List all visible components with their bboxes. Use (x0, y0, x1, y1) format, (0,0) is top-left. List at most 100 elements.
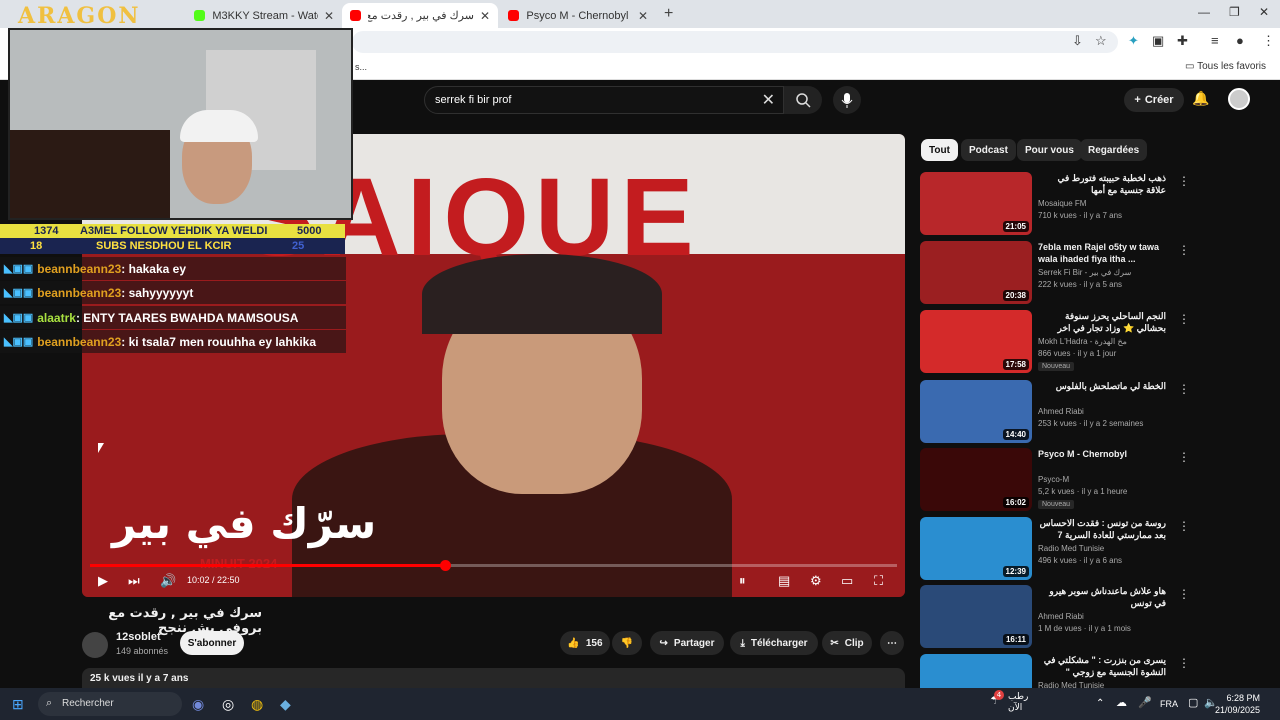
chrome-icon[interactable]: ◍ (251, 696, 263, 713)
more-icon[interactable]: ⋮ (1178, 382, 1190, 396)
video-thumbnail[interactable]: 20:38 (920, 241, 1032, 304)
tab-list-icon[interactable]: ≡ (1211, 33, 1219, 48)
discord-icon[interactable]: ◉ (192, 696, 204, 713)
steam-icon[interactable]: ◆ (280, 696, 291, 713)
more-icon[interactable]: ⋮ (1178, 656, 1190, 670)
autoplay-toggle[interactable]: ⏸ (739, 573, 746, 589)
cloud-icon[interactable]: ☁ (1116, 696, 1127, 709)
tab-m3kky[interactable]: M3KKY Stream - Watch Live on ✕ (186, 3, 342, 28)
video-thumbnail[interactable]: 14:40 (920, 380, 1032, 443)
puzzle-icon[interactable]: ✚ (1177, 33, 1188, 49)
recommendation-title[interactable]: ذهب لخطبة حبيبته فتورط في علاقة جنسية مع… (1038, 172, 1166, 196)
recommendation-item[interactable]: 20:38 7ebla men Rajel o5ty w tawa wala ih… (920, 241, 1270, 305)
recommendation-channel[interactable]: Serrek Fi Bir - سرك في بير (1038, 268, 1131, 277)
play-button[interactable]: ▶ (98, 573, 108, 589)
bookmark-star-icon[interactable]: ☆ (1095, 33, 1107, 49)
recommendation-item[interactable]: 16:11 هاو علاش ماعندناش سوبر هيرو في تونس… (920, 585, 1270, 649)
video-thumbnail[interactable]: 21:05 (920, 172, 1032, 235)
chevron-up-icon[interactable]: ⌃ (1096, 698, 1104, 709)
tab-current-video[interactable]: سرك في بير , رقدت مع بروفي بش ✕ (342, 3, 498, 28)
notifications-bell-icon[interactable]: 🔔 (1192, 90, 1209, 107)
chip-all[interactable]: Tout (921, 139, 958, 161)
video-thumbnail[interactable]: 12:39 (920, 517, 1032, 580)
close-icon[interactable]: ✕ (638, 9, 648, 23)
more-icon[interactable]: ⋮ (1178, 174, 1190, 188)
scrubber-handle[interactable] (440, 560, 452, 571)
recommendation-item[interactable]: 21:05 ذهب لخطبة حبيبته فتورط في علاقة جنس… (920, 172, 1270, 236)
subtitles-icon[interactable]: ▤ (778, 573, 790, 589)
restore-icon[interactable]: ❐ (1229, 5, 1240, 19)
recommendation-title[interactable]: Psyco M - Chernobyl (1038, 448, 1166, 460)
recommendation-channel[interactable]: Ahmed Riabi (1038, 407, 1084, 416)
recommendation-channel[interactable]: Ahmed Riabi (1038, 612, 1084, 621)
subscribe-button[interactable]: S'abonner (180, 631, 244, 655)
tab-psyco-m[interactable]: Psyco M - Chernobyl - YouTube ✕ (500, 3, 656, 28)
more-actions-button[interactable]: ⋯ (880, 631, 904, 655)
channel-avatar[interactable] (82, 632, 108, 658)
more-icon[interactable]: ⋮ (1178, 587, 1190, 601)
bookmark-item[interactable]: s... (355, 62, 367, 72)
new-tab-button[interactable]: + (664, 5, 673, 23)
theater-mode-icon[interactable]: ▭ (841, 573, 853, 589)
progress-bar[interactable] (90, 560, 897, 571)
network-icon[interactable]: ▢ (1188, 696, 1198, 709)
video-thumbnail[interactable]: 16:11 (920, 585, 1032, 648)
microphone-icon[interactable]: 🎤 (1138, 696, 1152, 709)
menu-icon[interactable]: ⋮ (1262, 33, 1275, 49)
create-button[interactable]: + Créer (1124, 88, 1184, 112)
next-button[interactable]: ⏭ (128, 573, 140, 589)
all-bookmarks[interactable]: ▭ Tous les favoris (1185, 61, 1266, 72)
recommendation-channel[interactable]: Mosaique FM (1038, 199, 1086, 208)
recommendation-channel[interactable]: Radio Med Tunisie (1038, 544, 1104, 553)
recommendation-title[interactable]: روسة من تونس : فقدت الاحساس بعد ممارستي … (1038, 517, 1166, 541)
recommendation-title[interactable]: الخطة لي ماتصلحش بالفلوس (1038, 380, 1166, 392)
recommendation-item[interactable]: 17:58 النجم الساحلي يحرز سنوفة بحشالي ⭐ و… (920, 310, 1270, 374)
voice-search-button[interactable] (833, 86, 861, 114)
install-icon[interactable]: ⇩ (1072, 33, 1083, 49)
volume-icon[interactable]: 🔊 (160, 573, 176, 589)
fullscreen-icon[interactable]: ⛶ (874, 573, 883, 589)
profile-icon[interactable]: ● (1236, 33, 1244, 48)
recommendation-item[interactable]: 14:40 الخطة لي ماتصلحش بالفلوس Ahmed Riabi… (920, 380, 1270, 444)
video-thumbnail[interactable]: 16:02 (920, 448, 1032, 511)
search-button[interactable] (784, 86, 822, 114)
language-indicator[interactable]: FRA (1160, 699, 1178, 709)
app-icon[interactable]: ◎ (222, 696, 234, 713)
chip-podcast[interactable]: Podcast (961, 139, 1016, 161)
recommendation-channel[interactable]: Mokh L'Hadra - مخ الهدرة (1038, 337, 1127, 346)
like-button[interactable]: 👍 156 (560, 631, 610, 655)
more-icon[interactable]: ⋮ (1178, 312, 1190, 326)
download-button[interactable]: ⤓ Télécharger (730, 631, 818, 655)
dislike-button[interactable]: 👎 (612, 631, 642, 655)
chip-for-you[interactable]: Pour vous (1017, 139, 1082, 161)
taskbar-search[interactable]: ⌕ Rechercher (38, 692, 182, 716)
recommendation-item[interactable]: 16:02 Psyco M - Chernobyl Psyco-M 5,2 k vue… (920, 448, 1270, 512)
recommendation-channel[interactable]: Psyco-M (1038, 475, 1069, 484)
extension-icon[interactable]: ▣ (1152, 33, 1164, 49)
taskbar-clock[interactable]: 6:28 PM 21/09/2025 (1215, 692, 1260, 716)
description-box[interactable]: 25 k vues il y a 7 ans (82, 668, 905, 688)
recommendation-title[interactable]: النجم الساحلي يحرز سنوفة بحشالي ⭐ وزاد ت… (1038, 310, 1166, 334)
share-button[interactable]: ↪ Partager (650, 631, 724, 655)
extension-icon[interactable]: ✦ (1128, 33, 1139, 49)
close-window-icon[interactable]: ✕ (1259, 5, 1269, 19)
windows-start-icon[interactable]: ⊞ (12, 696, 24, 713)
more-icon[interactable]: ⋮ (1178, 243, 1190, 257)
video-thumbnail[interactable]: 17:58 (920, 310, 1032, 373)
close-icon[interactable]: ✕ (480, 9, 490, 23)
recommendation-title[interactable]: 7ebla men Rajel o5ty w tawa wala ihaded … (1038, 241, 1166, 265)
account-avatar[interactable] (1228, 88, 1250, 110)
address-bar[interactable] (352, 31, 1118, 53)
recommendation-title[interactable]: يسرى من بنزرت : " مشكلتي في النشوة الجنس… (1038, 654, 1166, 678)
recommendation-item[interactable]: 12:39 روسة من تونس : فقدت الاحساس بعد مما… (920, 517, 1270, 581)
close-icon[interactable]: ✕ (324, 9, 334, 23)
minimize-icon[interactable]: — (1198, 5, 1210, 19)
more-icon[interactable]: ⋮ (1178, 450, 1190, 464)
recommendation-title[interactable]: هاو علاش ماعندناش سوبر هيرو في تونس (1038, 585, 1166, 609)
weather-widget[interactable]: ☂ 4 رطب الآن (990, 690, 1028, 714)
more-icon[interactable]: ⋮ (1178, 519, 1190, 533)
chip-watched[interactable]: Regardées (1080, 139, 1148, 161)
settings-gear-icon[interactable]: ⚙ (810, 573, 822, 589)
channel-name[interactable]: 12soblet (116, 631, 161, 643)
search-input[interactable]: serrek fi bir prof ✕ (424, 86, 784, 114)
